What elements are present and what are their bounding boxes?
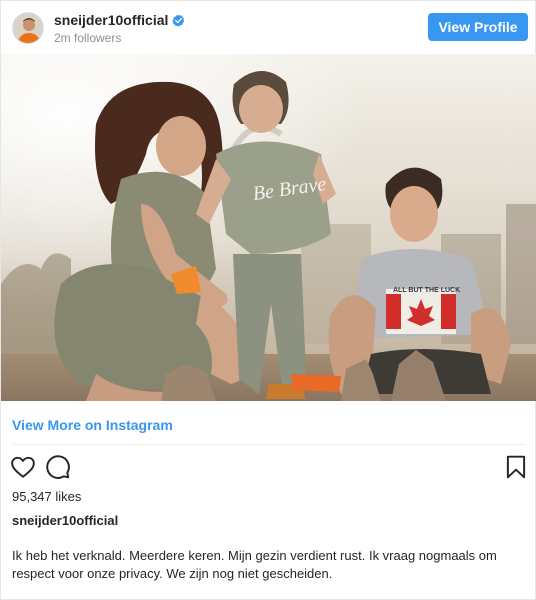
follower-count: 2m followers [54, 31, 122, 45]
divider [12, 444, 526, 445]
caption-username[interactable]: sneijder10official [12, 513, 118, 528]
post-header: sneijder10official 2m followers View Pro… [1, 1, 536, 54]
post-photo[interactable]: Be Brave ALL BUT THE LUCK [1, 54, 536, 401]
verified-badge-icon [172, 14, 185, 27]
like-count[interactable]: 95,347 likes [12, 489, 81, 504]
caption-text: Ik heb het verknald. Meerdere keren. Mij… [12, 548, 497, 581]
bookmark-icon[interactable] [503, 454, 529, 480]
comment-icon[interactable] [45, 454, 71, 480]
view-more-on-instagram-link[interactable]: View More on Instagram [12, 417, 173, 433]
view-profile-button[interactable]: View Profile [428, 13, 528, 41]
instagram-embed-card: sneijder10official 2m followers View Pro… [0, 0, 536, 600]
avatar[interactable] [12, 12, 44, 44]
heart-icon[interactable] [10, 454, 36, 480]
post-actions [1, 451, 536, 483]
profile-username[interactable]: sneijder10official [54, 12, 185, 28]
boy-shirt-text: ALL BUT THE LUCK [393, 287, 460, 294]
